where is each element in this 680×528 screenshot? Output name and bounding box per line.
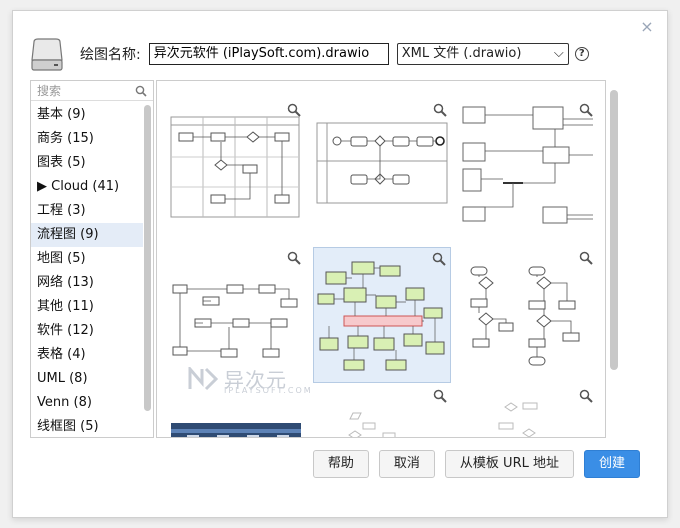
- name-label: 绘图名称:: [80, 47, 141, 63]
- template-grid: [156, 80, 606, 438]
- chevron-down-icon: ⌵: [553, 46, 564, 61]
- template-thumbnail[interactable]: [459, 247, 597, 383]
- category-item[interactable]: 其他 (11): [31, 295, 143, 319]
- zoom-icon[interactable]: [579, 103, 593, 117]
- template-thumbnail[interactable]: [167, 99, 305, 235]
- category-item-active[interactable]: 流程图 (9): [31, 223, 143, 247]
- template-thumbnail[interactable]: [167, 393, 305, 437]
- category-item[interactable]: 工程 (3): [31, 199, 143, 223]
- zoom-icon[interactable]: [579, 251, 593, 265]
- dialog-footer: 帮助 取消 从模板 URL 地址 创建: [303, 450, 640, 478]
- category-item[interactable]: 基本 (9): [31, 103, 143, 127]
- category-search[interactable]: 搜索: [31, 81, 153, 101]
- bpmn-preview: [316, 122, 448, 204]
- template-thumbnail-selected[interactable]: [313, 247, 451, 383]
- faded-decision-preview: [498, 402, 538, 437]
- zoom-icon[interactable]: [433, 103, 447, 117]
- zoom-icon[interactable]: [579, 389, 593, 403]
- category-item[interactable]: UML (8): [31, 367, 143, 391]
- close-icon[interactable]: ×: [639, 19, 655, 35]
- help-button[interactable]: 帮助: [312, 450, 369, 478]
- category-panel: 搜索 基本 (9) 商务 (15) 图表 (5) ▶ Cloud (41) 工程…: [30, 80, 154, 438]
- disk-icon: [31, 38, 63, 71]
- process-flow-preview: [172, 284, 298, 358]
- category-item[interactable]: 表格 (4): [31, 343, 143, 367]
- search-input[interactable]: 搜索: [37, 82, 61, 99]
- category-item[interactable]: 网络 (13): [31, 271, 143, 295]
- category-scrollbar[interactable]: [144, 105, 151, 411]
- faded-flowchart-preview: [348, 412, 396, 437]
- system-flow-preview: [317, 261, 445, 371]
- category-item[interactable]: 线框图 (5): [31, 415, 143, 437]
- create-button[interactable]: 创建: [583, 450, 640, 478]
- zoom-icon[interactable]: [433, 389, 447, 403]
- diagram-name-input[interactable]: 异次元软件 (iPlaySoft.com).drawio: [148, 43, 389, 65]
- decision-flowchart-preview: [470, 266, 580, 366]
- category-item[interactable]: ▶ Cloud (41): [31, 175, 143, 199]
- help-icon[interactable]: ?: [574, 47, 589, 61]
- class-diagram-preview: [462, 106, 593, 224]
- category-item[interactable]: 图表 (5): [31, 151, 143, 175]
- zoom-icon[interactable]: [432, 252, 446, 266]
- template-thumbnail[interactable]: [313, 99, 451, 235]
- category-list: 基本 (9) 商务 (15) 图表 (5) ▶ Cloud (41) 工程 (3…: [31, 103, 143, 437]
- wireframe-preview: [171, 423, 301, 437]
- template-thumbnail[interactable]: [459, 99, 597, 235]
- template-thumbnail[interactable]: [167, 247, 305, 383]
- zoom-icon[interactable]: [287, 251, 301, 265]
- format-select-value: XML 文件 (.drawio): [401, 46, 522, 61]
- template-thumbnail[interactable]: [459, 389, 597, 437]
- swimlane-flowchart-preview: [170, 116, 300, 218]
- format-select[interactable]: XML 文件 (.drawio) ⌵: [396, 43, 569, 65]
- category-item[interactable]: 商务 (15): [31, 127, 143, 151]
- category-item[interactable]: 地图 (5): [31, 247, 143, 271]
- search-icon[interactable]: [135, 85, 147, 97]
- category-item[interactable]: Venn (8): [31, 391, 143, 415]
- cancel-button[interactable]: 取消: [378, 450, 435, 478]
- category-item[interactable]: 软件 (12): [31, 319, 143, 343]
- template-scrollbar[interactable]: [610, 90, 618, 370]
- zoom-icon[interactable]: [287, 103, 301, 117]
- template-thumbnail[interactable]: [313, 389, 451, 437]
- dialog-header: 绘图名称: 异次元软件 (iPlaySoft.com).drawio XML 文…: [30, 38, 589, 71]
- from-template-url-button[interactable]: 从模板 URL 地址: [444, 450, 574, 478]
